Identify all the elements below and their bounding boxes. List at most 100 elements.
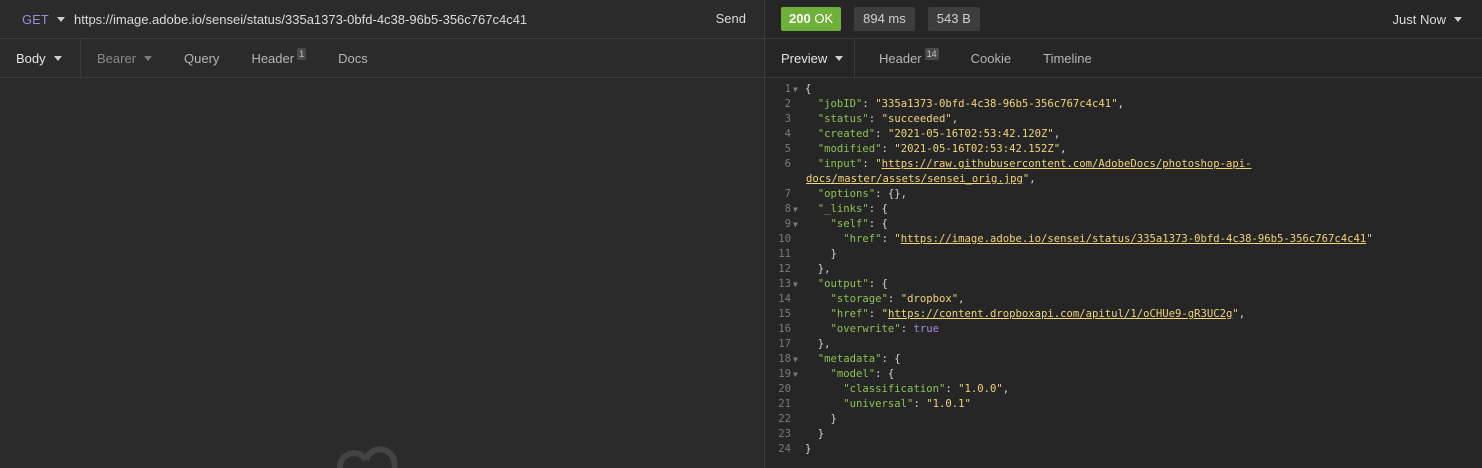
json-universal: 1.0.1	[932, 398, 965, 410]
fold-icon[interactable]: ▼	[791, 352, 805, 367]
json-overwrite: true	[913, 323, 939, 335]
code-line: 1 ▼{	[765, 82, 1482, 97]
line-number: 11	[778, 248, 791, 260]
line-number: 9	[784, 218, 791, 230]
json-jobid: 335a1373-0bfd-4c38-96b5-356c767c4c41	[881, 98, 1112, 110]
chevron-down-icon	[1454, 16, 1462, 22]
tab-docs[interactable]: Docs	[322, 39, 384, 77]
url-input[interactable]: https://image.adobe.io/sensei/status/335…	[74, 12, 527, 27]
tab-preview[interactable]: Preview	[765, 39, 855, 77]
code-line: 23 }	[765, 427, 1482, 442]
code-line: 14 "storage": "dropbox",	[765, 292, 1482, 307]
tab-body[interactable]: Body	[0, 39, 81, 77]
line-number: 21	[778, 398, 791, 410]
line-number: 8	[784, 203, 791, 215]
request-pane: GET https://image.adobe.io/sensei/status…	[0, 0, 764, 468]
tab-response-header[interactable]: Header 14	[855, 39, 955, 77]
tab-bearer[interactable]: Bearer	[81, 39, 168, 77]
code-line: 18 ▼ "metadata": {	[765, 352, 1482, 367]
code-line: 13 ▼ "output": {	[765, 277, 1482, 292]
history-dropdown[interactable]: Just Now	[1393, 0, 1462, 38]
tab-bearer-label: Bearer	[97, 50, 137, 66]
code-line: 21 "universal": "1.0.1"	[765, 397, 1482, 412]
line-number: 3	[784, 113, 791, 125]
response-header-count-badge: 14	[924, 48, 939, 60]
insomnia-logo-icon	[337, 446, 398, 468]
code-line: 11 }	[765, 247, 1482, 262]
response-pane: 200 OK 894 ms 543 B Just Now Preview Hea…	[765, 0, 1482, 468]
code-line: 15 "href": "https://content.dropboxapi.c…	[765, 307, 1482, 322]
fold-icon[interactable]: ▼	[791, 217, 805, 232]
code-line: 6 "input": "https://raw.githubuserconten…	[765, 157, 1482, 172]
tab-cookie-label: Cookie	[970, 50, 1012, 66]
response-size-badge: 543 B	[927, 7, 980, 31]
status-code: 200	[789, 11, 811, 26]
code-line: 8 ▼ "_links": {	[765, 202, 1482, 217]
json-output-href-link[interactable]: https://content.dropboxapi.com/apitul/1/…	[888, 308, 1232, 320]
json-modified: 2021-05-16T02:53:42.152Z	[900, 143, 1054, 155]
code-line-wrap: docs/master/assets/sensei_orig.jpg",	[806, 173, 1036, 185]
json-input-link[interactable]: https://raw.githubusercontent.com/AdobeD…	[882, 158, 1252, 170]
tab-header-label: Header	[251, 50, 295, 66]
line-number: 14	[778, 293, 791, 305]
json-classification: 1.0.0	[964, 383, 997, 395]
line-number: 12	[778, 263, 791, 275]
tab-cookie[interactable]: Cookie	[955, 39, 1027, 77]
fold-icon[interactable]: ▼	[791, 202, 805, 217]
line-number: 5	[784, 143, 791, 155]
line-number: 22	[778, 413, 791, 425]
tab-docs-label: Docs	[338, 50, 368, 66]
tab-query[interactable]: Query	[168, 39, 235, 77]
code-line: 20 "classification": "1.0.0",	[765, 382, 1482, 397]
json-viewer[interactable]: 1 ▼{ 2 "jobID": "335a1373-0bfd-4c38-96b5-…	[765, 82, 1482, 457]
code-line: 9 ▼ "self": {	[765, 217, 1482, 232]
response-time-badge: 894 ms	[854, 7, 915, 31]
line-number: 18	[778, 353, 791, 365]
line-number: 10	[778, 233, 791, 245]
history-label: Just Now	[1392, 11, 1446, 27]
fold-icon[interactable]: ▼	[791, 82, 805, 97]
tab-body-label: Body	[16, 50, 46, 66]
status-badge: 200 OK	[781, 7, 842, 31]
line-number: 23	[778, 428, 791, 440]
code-line: 2 "jobID": "335a1373-0bfd-4c38-96b5-356c…	[765, 97, 1482, 112]
method-dropdown[interactable]: GET	[0, 12, 74, 27]
json-created: 2021-05-16T02:53:42.120Z	[894, 128, 1048, 140]
url-bar: GET https://image.adobe.io/sensei/status…	[0, 0, 764, 39]
line-number: 20	[778, 383, 791, 395]
tab-header[interactable]: Header 1	[235, 39, 322, 77]
response-tabs: Preview Header 14 Cookie Timeline	[765, 39, 1482, 78]
tab-response-header-label: Header	[879, 50, 922, 66]
code-line: 7 "options": {},	[765, 187, 1482, 202]
method-label: GET	[22, 11, 49, 27]
chevron-down-icon	[56, 16, 65, 22]
line-number: 19	[778, 368, 791, 380]
json-status: succeeded	[887, 113, 946, 125]
code-line: 22 }	[765, 412, 1482, 427]
code-line: 10 "href": "https://image.adobe.io/sense…	[765, 232, 1482, 247]
tab-timeline[interactable]: Timeline	[1027, 39, 1108, 77]
line-number: 1	[784, 83, 791, 95]
code-line: 12 },	[765, 262, 1482, 277]
tab-timeline-label: Timeline	[1043, 50, 1092, 66]
code-line: 17 },	[765, 337, 1482, 352]
line-number: 24	[778, 443, 791, 455]
chevron-down-icon	[144, 55, 153, 61]
header-count-badge: 1	[297, 48, 307, 60]
status-text: OK	[814, 11, 834, 26]
line-number: 2	[784, 98, 791, 110]
fold-icon[interactable]: ▼	[791, 277, 805, 292]
fold-icon[interactable]: ▼	[791, 367, 805, 382]
code-line: 5 "modified": "2021-05-16T02:53:42.152Z"…	[765, 142, 1482, 157]
request-tabs: Body Bearer Query Header 1 Docs	[0, 39, 764, 78]
tab-preview-label: Preview	[781, 50, 828, 66]
json-storage: dropbox	[907, 293, 952, 305]
json-input-link-cont[interactable]: docs/master/assets/sensei_orig.jpg	[806, 173, 1023, 185]
code-line: 19 ▼ "model": {	[765, 367, 1482, 382]
line-number: 13	[778, 278, 791, 290]
line-number: 4	[784, 128, 791, 140]
json-self-href-link[interactable]: https://image.adobe.io/sensei/status/335…	[901, 233, 1367, 245]
send-button[interactable]: Send	[716, 0, 746, 38]
line-number: 16	[778, 323, 791, 335]
code-line: 24}	[765, 442, 1482, 457]
